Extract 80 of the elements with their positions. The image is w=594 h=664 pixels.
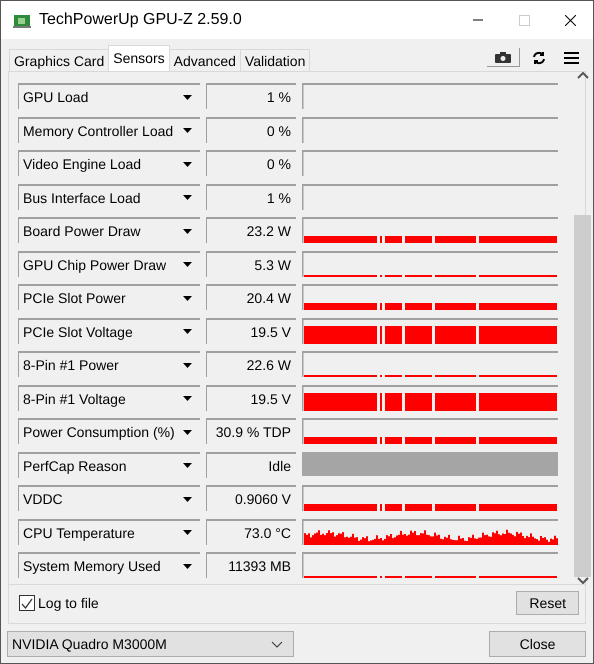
menu-icon — [564, 50, 579, 64]
dropdown-arrow-icon — [183, 396, 192, 401]
tab[interactable]: Validation — [240, 49, 310, 71]
tab[interactable]: Graphics Card — [9, 49, 110, 71]
sensor-name-dropdown[interactable]: Power Consumption (%) — [18, 418, 200, 444]
chevron-down-icon — [271, 640, 283, 648]
sensor-name-dropdown[interactable]: Bus Interface Load — [18, 184, 200, 210]
sensor-name-dropdown[interactable]: PCIe Slot Voltage — [18, 318, 200, 344]
dropdown-arrow-icon — [183, 228, 192, 234]
dropdown-arrow-icon — [183, 463, 192, 468]
sensor-name: PCIe Slot Power — [23, 290, 126, 306]
checkmark-icon — [21, 598, 33, 608]
sensor-value: 0 % — [206, 150, 296, 176]
close-icon — [564, 14, 576, 26]
sensor-value: 23.2 W — [206, 217, 296, 243]
sensor-value: 19.5 V — [206, 384, 296, 410]
checkbox-label: Log to file — [38, 595, 99, 611]
tab[interactable]: Sensors — [108, 45, 170, 71]
checkbox[interactable] — [19, 595, 35, 611]
sensor-name-dropdown[interactable]: Memory Controller Load — [18, 116, 200, 142]
maximize-icon — [518, 14, 530, 26]
scrollbar[interactable] — [574, 72, 591, 584]
dropdown-arrow-icon — [183, 496, 192, 502]
sensor-value: 5.3 W — [206, 250, 296, 276]
dropdown-arrow-icon — [183, 430, 192, 434]
sensor-name: PCIe Slot Voltage — [23, 324, 133, 340]
refresh-icon — [532, 50, 546, 64]
dropdown-arrow-icon — [183, 128, 192, 133]
dropdown-arrow-icon — [183, 564, 192, 568]
sensor-value: 0 % — [206, 116, 296, 142]
sensor-value: 22.6 W — [206, 351, 296, 377]
sensor-value: 30.9 % TDP — [206, 418, 296, 444]
sensor-name: GPU Load — [23, 89, 88, 105]
close-button[interactable]: Close — [489, 631, 586, 657]
sensor-name-dropdown[interactable]: PCIe Slot Power — [18, 284, 200, 310]
dropdown-arrow-icon — [183, 329, 192, 334]
sensor-value: Idle — [206, 452, 296, 478]
camera-icon — [495, 51, 511, 63]
sensor-name-dropdown[interactable]: System Memory Used — [18, 552, 200, 578]
sensor-name-dropdown[interactable]: 8-Pin #1 Power — [18, 351, 200, 377]
sensor-name: Memory Controller Load — [23, 122, 174, 138]
sensor-name: VDDC — [23, 491, 63, 507]
sensor-name: Power Consumption (%) — [23, 424, 175, 440]
dropdown-arrow-icon — [183, 530, 192, 535]
scroll-up-icon[interactable] — [576, 72, 588, 79]
sensor-value: 1 % — [206, 83, 296, 109]
sensor-name: PerfCap Reason — [23, 458, 127, 474]
sensor-name-dropdown[interactable]: PerfCap Reason — [18, 452, 200, 478]
dropdown-arrow-icon — [183, 195, 192, 200]
dropdown-arrow-icon — [183, 262, 192, 267]
sensor-value: 19.5 V — [206, 318, 296, 344]
sensor-value: 11393 MB — [206, 552, 296, 578]
sensor-value: 1 % — [206, 184, 296, 210]
window-title: TechPowerUp GPU-Z 2.59.0 — [39, 11, 243, 29]
sensor-name-dropdown[interactable]: GPU Load — [18, 83, 200, 109]
device-dropdown[interactable]: NVIDIA Quadro M3000M — [7, 631, 294, 657]
sensor-name-dropdown[interactable]: VDDC — [18, 485, 200, 511]
sensor-name: GPU Chip Power Draw — [23, 256, 166, 272]
sensor-name: 8-Pin #1 Voltage — [23, 390, 126, 406]
sensor-name: 8-Pin #1 Power — [23, 357, 119, 373]
sensor-name: Board Power Draw — [23, 223, 140, 239]
sensor-name: Video Engine Load — [23, 156, 142, 172]
scroll-down-icon[interactable] — [576, 577, 588, 584]
sensor-name-dropdown[interactable]: GPU Chip Power Draw — [18, 250, 200, 276]
dropdown-arrow-icon — [183, 362, 192, 368]
sensor-name-dropdown[interactable]: CPU Temperature — [18, 518, 200, 544]
sensor-name: Bus Interface Load — [23, 190, 141, 206]
dropdown-arrow-icon — [183, 296, 192, 300]
sensor-value: 73.0 °C — [206, 518, 296, 544]
sensor-name-dropdown[interactable]: Video Engine Load — [18, 150, 200, 176]
sensor-name-dropdown[interactable]: Board Power Draw — [18, 217, 200, 243]
sensor-name: System Memory Used — [23, 558, 161, 574]
reset-button[interactable]: Reset — [516, 591, 579, 615]
sensor-value: 20.4 W — [206, 284, 296, 310]
dropdown-arrow-icon — [183, 94, 192, 100]
sensor-name: CPU Temperature — [23, 524, 135, 540]
camera-button[interactable] — [487, 48, 520, 67]
sensor-name-dropdown[interactable]: 8-Pin #1 Voltage — [18, 384, 200, 410]
dropdown-arrow-icon — [183, 162, 192, 166]
sensor-value: 0.9060 V — [206, 485, 296, 511]
